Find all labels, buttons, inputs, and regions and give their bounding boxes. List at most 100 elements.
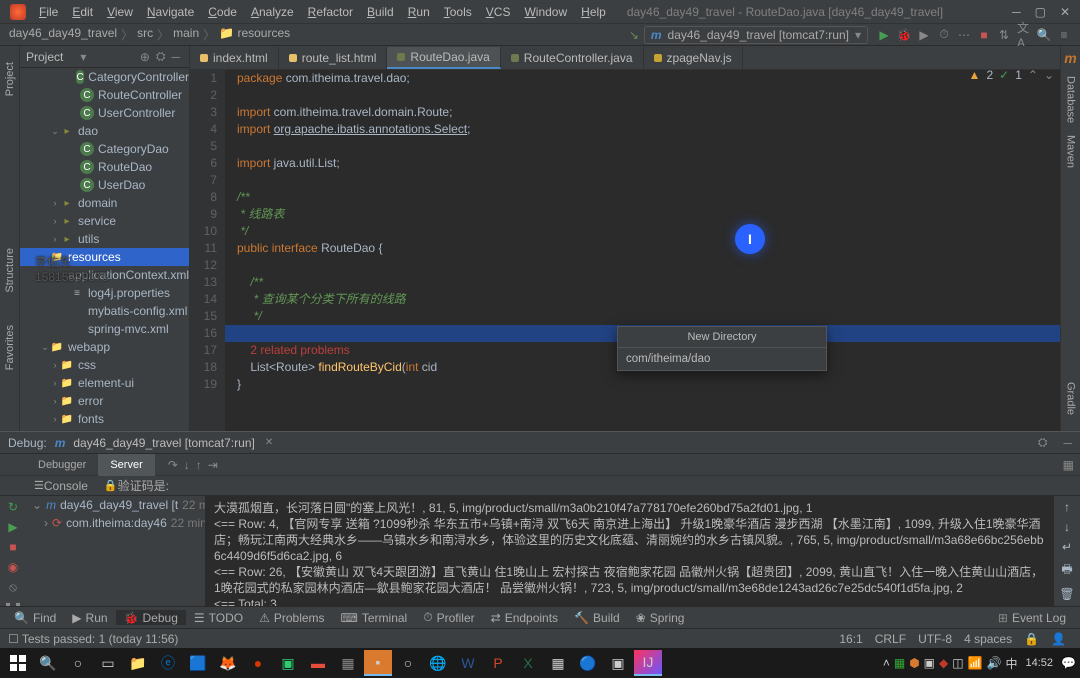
tray-chevron-icon[interactable]: ˄ — [883, 656, 890, 670]
tree-node[interactable]: CUserDao — [20, 176, 189, 194]
tree-node[interactable]: ›📁element-ui — [20, 374, 189, 392]
menu-analyze[interactable]: Analyze — [244, 5, 301, 19]
taskbar-app[interactable]: 🌐 — [424, 650, 452, 676]
clear-icon[interactable]: 🗑 — [1059, 587, 1074, 601]
scroll-down-icon[interactable]: ↓ — [1064, 520, 1070, 534]
hide-icon[interactable]: ─ — [171, 50, 180, 64]
collapse-icon[interactable]: ⊕ — [140, 50, 150, 64]
tree-node[interactable]: applicationContext.xml — [20, 266, 189, 284]
breadcrumb-segment[interactable]: src — [134, 26, 156, 43]
tray-icon[interactable]: ⬢ — [909, 656, 919, 670]
step-over-icon[interactable]: ↷ — [165, 458, 181, 472]
stop-debug-icon[interactable]: ■ — [4, 540, 22, 554]
taskbar-app[interactable]: 🔵 — [574, 650, 602, 676]
menu-help[interactable]: Help — [574, 5, 613, 19]
debugger-tab[interactable]: Debugger — [26, 454, 98, 476]
bottom-tool-spring[interactable]: ❀Spring — [628, 610, 693, 625]
bottom-tool-endpoints[interactable]: ⇄Endpoints — [483, 610, 566, 625]
taskbar-app[interactable]: ▪ — [364, 650, 392, 676]
resume-icon[interactable]: ▶ — [4, 520, 22, 534]
tree-node[interactable]: ›▸domain — [20, 194, 189, 212]
tree-node[interactable]: ›📁fonts — [20, 410, 189, 428]
menu-refactor[interactable]: Refactor — [301, 5, 360, 19]
search-icon[interactable]: 🔍 — [1037, 28, 1051, 42]
menu-edit[interactable]: Edit — [65, 5, 100, 19]
gradle-tool-tab[interactable]: Gradle — [1065, 376, 1077, 421]
view-breakpoints-icon[interactable]: ◉ — [4, 560, 22, 574]
inspections-icon[interactable]: 👤 — [1045, 632, 1072, 646]
bottom-tool-run[interactable]: ▶Run — [64, 610, 115, 625]
taskbar-app[interactable]: ▦ — [544, 650, 572, 676]
stop-icon[interactable]: ■ — [977, 28, 991, 42]
tree-node[interactable]: CCategoryDao — [20, 140, 189, 158]
task-view-icon[interactable]: ▭ — [94, 650, 122, 676]
menu-view[interactable]: View — [100, 5, 140, 19]
editor-tab[interactable]: route_list.html — [279, 47, 388, 69]
taskbar-app[interactable]: ● — [244, 650, 272, 676]
tree-node[interactable]: CRouteController — [20, 86, 189, 104]
new-directory-input[interactable]: com/itheima/dao — [618, 348, 826, 370]
explorer-icon[interactable]: 📁 — [124, 650, 152, 676]
intellij-icon[interactable]: IJ — [634, 650, 662, 676]
search-button[interactable]: 🔍 — [34, 650, 62, 676]
menu-navigate[interactable]: Navigate — [140, 5, 201, 19]
tray-icon[interactable]: ◆ — [939, 656, 948, 670]
cursor-position[interactable]: 16:1 — [833, 632, 868, 646]
git-icon[interactable]: ⇅ — [997, 28, 1011, 42]
cortana-icon[interactable]: ○ — [64, 650, 92, 676]
console-tab[interactable]: ☰ Console — [26, 475, 96, 497]
console-output[interactable]: 大漠孤烟直，长河落日圆"的塞上风光！, 81, 5, img/product/s… — [206, 496, 1054, 606]
layout-icon[interactable]: ▦ — [1057, 458, 1080, 472]
tray-volume-icon[interactable]: 🔊 — [987, 656, 1002, 670]
file-encoding[interactable]: UTF-8 — [912, 632, 958, 646]
editor-tab[interactable]: index.html — [190, 47, 279, 69]
soft-wrap-icon[interactable]: ↵ — [1062, 540, 1072, 554]
run-config-selector[interactable]: m day46_day49_travel [tomcat7:run] ▾ — [644, 26, 868, 44]
menu-file[interactable]: File — [32, 5, 65, 19]
indent-settings[interactable]: 4 spaces — [958, 632, 1018, 646]
editor-tab[interactable]: RouteController.java — [501, 47, 644, 69]
firefox-icon[interactable]: 🦊 — [214, 650, 242, 676]
maximize-icon[interactable]: ▢ — [1035, 5, 1046, 19]
run-to-cursor-icon[interactable]: ⇥ — [205, 458, 221, 472]
tree-node[interactable]: ›▸utils — [20, 230, 189, 248]
breadcrumb-segment[interactable]: main — [170, 26, 202, 43]
settings-icon[interactable]: ⛭ — [156, 49, 166, 64]
taskbar-app[interactable]: ○ — [394, 650, 422, 676]
tray-icon[interactable]: ▣ — [924, 656, 935, 670]
tree-node[interactable]: ≡log4j.properties — [20, 284, 189, 302]
debug-icon[interactable]: 🐞 — [897, 28, 911, 42]
scroll-up-icon[interactable]: ↑ — [1064, 500, 1070, 514]
database-tool-tab[interactable]: Database — [1065, 70, 1077, 129]
profile-icon[interactable]: ⏱ — [937, 28, 951, 42]
bottom-tool-problems[interactable]: ⚠Problems — [251, 610, 332, 625]
minimize-icon[interactable]: ─ — [1012, 5, 1021, 19]
menu-tools[interactable]: Tools — [437, 5, 479, 19]
attach-icon[interactable]: ⋯ — [957, 28, 971, 42]
tree-node[interactable]: CUserController — [20, 104, 189, 122]
project-tree[interactable]: CCategoryControllerCRouteControllerCUser… — [20, 68, 189, 431]
tree-node[interactable]: ›▸service — [20, 212, 189, 230]
debug-settings-icon[interactable]: ⛭ — [1038, 435, 1048, 450]
menu-code[interactable]: Code — [201, 5, 244, 19]
code-inspection-status[interactable]: ▲2 ✓1 ⌃⌄ — [969, 68, 1054, 82]
tree-node[interactable]: ⌄📁resources — [20, 248, 189, 266]
tree-node[interactable]: ›📁images — [20, 428, 189, 431]
edge-icon[interactable]: ⓔ — [154, 650, 182, 676]
frame-item[interactable]: › ⟳ com.itheima:day46 22 min, 14 sec — [26, 514, 205, 532]
maven-logo-icon[interactable]: m — [1064, 50, 1076, 66]
taskbar-app[interactable]: 🟦 — [184, 650, 212, 676]
rerun-icon[interactable]: ↻ — [4, 500, 22, 514]
breadcrumb-segment[interactable]: day46_day49_travel — [6, 26, 120, 43]
taskbar-clock[interactable]: 14:52 — [1022, 657, 1058, 669]
settings-icon[interactable]: ≡ — [1057, 28, 1071, 42]
tree-node[interactable]: mybatis-config.xml — [20, 302, 189, 320]
taskbar-app[interactable]: ▦ — [334, 650, 362, 676]
notifications-icon[interactable]: 💬 — [1061, 656, 1076, 670]
tree-node[interactable]: ⌄📁webapp — [20, 338, 189, 356]
frame-item[interactable]: ⌄ m day46_day49_travel [t 22 min, 16 sec — [26, 496, 205, 514]
event-log-button[interactable]: ⊞Event Log — [990, 611, 1074, 625]
tray-wifi-icon[interactable]: 📶 — [968, 656, 983, 670]
bottom-tool-build[interactable]: 🔨Build — [566, 610, 628, 625]
captcha-tab[interactable]: 🔒 验证码是: — [96, 475, 177, 497]
